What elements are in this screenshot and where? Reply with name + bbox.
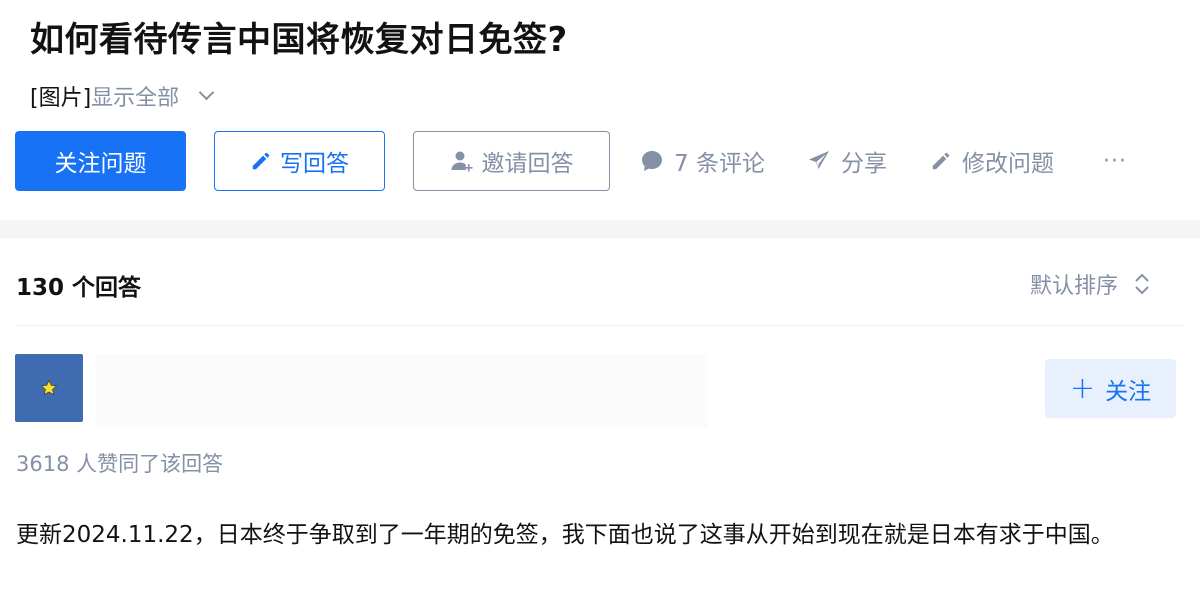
share-paper-plane-icon [809,151,829,169]
sort-dropdown[interactable]: 默认排序 [1030,268,1150,300]
write-answer-button[interactable]: 写回答 [214,131,385,191]
answers-count: 130 个回答 [16,275,142,301]
author-info-area [96,354,708,428]
question-detail-image-placeholder: [图片] [30,86,92,111]
list-divider [16,325,1184,326]
comment-icon [642,151,662,171]
pencil-icon [252,152,270,170]
follow-question-label: 关注问题 [54,151,147,177]
star-icon [40,379,58,396]
avatar[interactable] [15,354,83,422]
invite-answer-button[interactable]: 邀请回答 [413,131,610,191]
edit-question-button[interactable]: 修改问题 [930,131,1054,191]
question-title: 如何看待传言中国将恢复对日免签? [30,20,568,60]
question-detail: [图片] 显示全部 [30,80,215,112]
show-all-label: 显示全部 [91,86,180,111]
follow-author-button[interactable]: + 关注 [1045,359,1176,418]
question-header: 如何看待传言中国将恢复对日免签? [图片] 显示全部 关注问题 写回答 邀请回答 [0,0,1200,220]
chevron-down-icon [198,84,215,100]
invite-user-icon [451,151,472,172]
question-actions: 关注问题 写回答 邀请回答 7 条评论 分享 修改问题 ··· [15,131,1195,191]
section-divider [0,220,1200,238]
follow-question-button[interactable]: 关注问题 [15,131,186,191]
invite-answer-label: 邀请回答 [481,151,574,177]
plus-icon: + [1069,370,1096,406]
write-answer-label: 写回答 [280,151,349,177]
more-options-button[interactable]: ··· [1103,131,1127,191]
share-label: 分享 [841,151,887,177]
edit-question-label: 修改问题 [962,151,1054,177]
sort-label: 默认排序 [1030,274,1119,299]
upvote-count: 3618 人赞同了该回答 [16,452,224,476]
share-button[interactable]: 分享 [807,131,887,191]
comments-button[interactable]: 7 条评论 [640,131,765,191]
follow-author-label: 关注 [1105,378,1152,405]
more-options-icon: ··· [1103,148,1127,174]
answer-content: 更新2024.11.22，日本终于争取到了一年期的免签，我下面也说了这事从开始到… [16,522,1114,548]
pencil-icon [932,152,950,170]
sort-updown-chevron-icon [1135,273,1149,295]
comments-label: 7 条评论 [674,151,765,177]
show-all-button[interactable]: 显示全部 [91,80,215,112]
answers-section: 130 个回答 默认排序 + 关注 3618 人赞同了该回答 更新2024.11… [0,238,1200,610]
